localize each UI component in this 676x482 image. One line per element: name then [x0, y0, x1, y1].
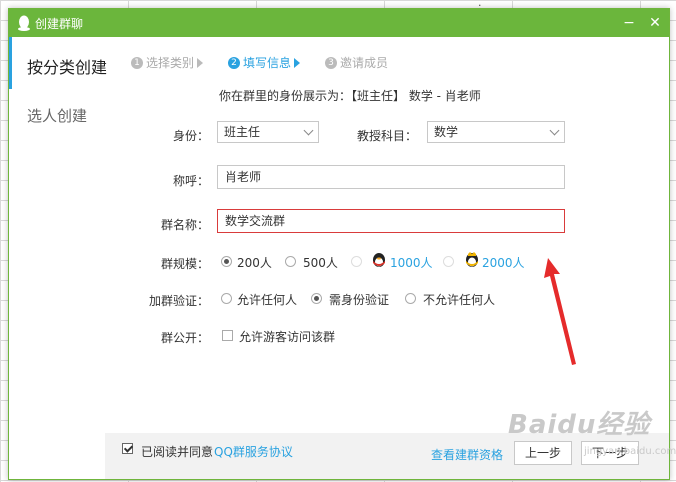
close-button[interactable]: ✕ [645, 13, 665, 33]
sidebar-active-indicator [9, 37, 12, 89]
verify-anyone-label: 允许任何人 [237, 293, 298, 307]
subject-label: 教授科目： [356, 129, 417, 143]
group-name-input[interactable]: 数学交流群 [217, 209, 565, 233]
step-invite-members: 3 邀请成员 [325, 54, 388, 71]
sidebar-item-select-people[interactable]: 选人创建 [27, 105, 87, 126]
scale-500-radio[interactable] [285, 256, 296, 267]
step-select-category: 1 选择类别 [131, 54, 204, 71]
step-arrow-icon [294, 57, 301, 68]
sidebar-item-category-create[interactable]: 按分类创建 [27, 54, 107, 78]
allow-guest-checkbox[interactable] [222, 330, 233, 341]
qq-penguin-icon [18, 15, 30, 31]
group-name-label: 群名称： [160, 218, 209, 232]
sidebar [9, 37, 105, 479]
minimize-button[interactable]: − [619, 13, 639, 33]
subject-select[interactable]: 数学 [427, 121, 565, 143]
chevron-down-icon [303, 125, 314, 136]
scale-2000-label: 2000人 [482, 256, 525, 270]
gold-penguin-icon [466, 252, 478, 267]
public-label: 群公开： [160, 331, 209, 345]
window-title: 创建群聊 [35, 17, 84, 31]
group-scale-label: 群规模： [160, 257, 209, 271]
service-agreement-link[interactable]: QQ群服务协议 [214, 443, 293, 460]
agree-text: 已阅读并同意 [141, 445, 214, 459]
step-fill-info: 2 填写信息 [228, 54, 301, 71]
scale-200-radio[interactable] [221, 256, 232, 267]
chevron-down-icon [549, 125, 560, 136]
annotation-arrow [544, 258, 576, 365]
nickname-input[interactable]: 肖老师 [217, 165, 565, 189]
verify-none-radio[interactable] [405, 293, 416, 304]
nickname-label: 称呼： [172, 174, 209, 188]
scale-200-label: 200人 [237, 256, 272, 270]
scale-1000-label: 1000人 [390, 256, 433, 270]
verify-identity-label: 需身份验证 [329, 293, 390, 307]
identity-select[interactable]: 班主任 [217, 121, 319, 143]
watermark-url: jingyan.baidu.com [584, 446, 676, 457]
allow-guest-label: 允许游客访问该群 [239, 330, 336, 344]
red-penguin-icon [373, 253, 385, 267]
agree-checkbox[interactable] [122, 443, 133, 454]
verify-anyone-radio[interactable] [221, 293, 232, 304]
scale-1000-radio[interactable] [351, 256, 362, 267]
watermark-logo: Baidu经验 [508, 410, 651, 440]
prev-button[interactable]: 上一步 [514, 441, 572, 465]
verify-identity-radio[interactable] [311, 293, 322, 304]
step-arrow-icon [197, 57, 204, 68]
identity-preview: 你在群里的身份展示为：【班主任】 数学 - 肖老师 [219, 89, 481, 103]
titlebar: 创建群聊 − ✕ [9, 9, 669, 37]
scale-2000-radio[interactable] [443, 256, 454, 267]
verify-none-label: 不允许任何人 [423, 293, 496, 307]
identity-label: 身份： [172, 129, 209, 143]
check-eligibility-link[interactable]: 查看建群资格 [431, 446, 503, 463]
verify-label: 加群验证： [148, 294, 209, 308]
scale-500-label: 500人 [303, 256, 338, 270]
